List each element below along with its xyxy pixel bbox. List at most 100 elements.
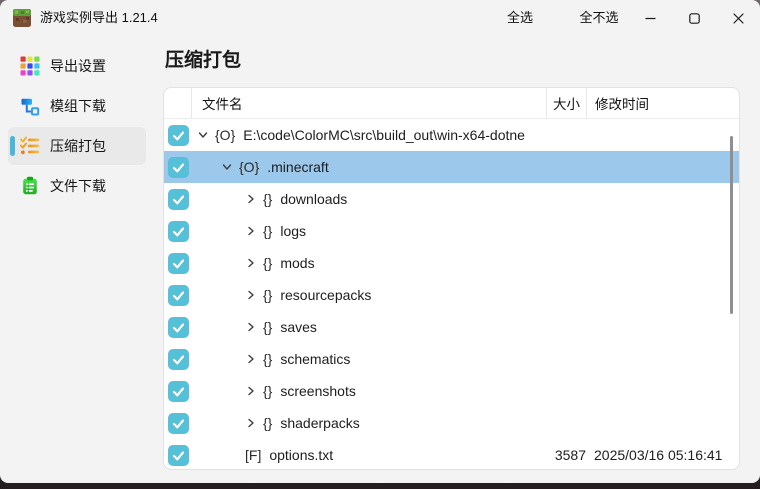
sidebar-item-export-settings[interactable]: 导出设置 [8,47,146,85]
name-cell: {} saves [191,319,544,335]
file-name: downloads [280,191,347,207]
file-name: schematics [280,351,350,367]
table-row[interactable]: {} shaderpacks [164,407,739,439]
folder-closed-glyph: {} [263,383,272,399]
checkbox-cell [164,413,191,434]
table-row[interactable]: {O} E:\code\ColorMC\src\build_out\win-x64… [164,119,739,151]
minimize-button[interactable] [628,0,672,36]
chevron-right-icon[interactable] [245,385,259,397]
table-row[interactable]: {} downloads [164,183,739,215]
folder-closed-glyph: {} [263,287,272,303]
table-row[interactable]: {} screenshots [164,375,739,407]
folder-open-glyph: {O} [239,159,259,175]
folder-closed-glyph: {} [263,191,272,207]
header-size[interactable]: 大小 [546,88,586,118]
vertical-scrollbar[interactable] [730,136,733,314]
chevron-right-icon[interactable] [245,417,259,429]
file-tree-card: 文件名 大小 修改时间 {O} E:\code\ColorMC\src\build… [163,87,740,470]
file-name: saves [280,319,317,335]
row-checkbox[interactable] [168,381,189,402]
table-row[interactable]: {}resourcepacks [164,279,739,311]
deselect-all-button[interactable]: 全不选 [562,0,636,36]
name-cell: {} logs [191,223,544,239]
row-checkbox[interactable] [168,189,189,210]
sidebar-item-compress-package[interactable]: 压缩打包 [8,127,146,165]
minimize-icon [645,13,656,24]
close-button[interactable] [716,0,760,36]
sidebar-item-mod-download[interactable]: 模组下载 [8,87,146,125]
checkbox-cell [164,253,191,274]
file-tree-rows: {O} E:\code\ColorMC\src\build_out\win-x64… [164,119,739,470]
name-cell: {} downloads [191,191,544,207]
header-file-name[interactable]: 文件名 [191,88,546,118]
sidebar-item-label: 导出设置 [50,56,106,76]
chevron-right-icon[interactable] [245,193,259,205]
row-checkbox[interactable] [168,285,189,306]
checkbox-cell [164,125,191,146]
chevron-down-icon[interactable] [197,129,211,141]
checkbox-cell [164,381,191,402]
header-checkbox-column [164,88,191,118]
select-all-button[interactable]: 全选 [488,0,552,36]
checkbox-cell [164,349,191,370]
maximize-button[interactable] [672,0,716,36]
row-checkbox[interactable] [168,125,189,146]
sidebar: 导出设置 模组下载 [0,0,152,483]
row-checkbox[interactable] [168,157,189,178]
folder-closed-glyph: {} [263,319,272,335]
row-checkbox[interactable] [168,349,189,370]
name-cell: {}resourcepacks [191,287,544,303]
close-icon [733,13,744,24]
name-cell: {} shaderpacks [191,415,544,431]
checkbox-cell [164,285,191,306]
folder-closed-glyph: {} [263,415,272,431]
file-name: screenshots [280,383,355,399]
checkbox-cell [164,317,191,338]
table-row[interactable]: {} logs [164,215,739,247]
page-title: 压缩打包 [165,45,241,72]
flowchart-icon [20,96,40,116]
file-glyph: [F] [245,447,261,463]
table-row[interactable]: {} saves [164,311,739,343]
chevron-right-icon[interactable] [245,257,259,269]
file-name: shaderpacks [280,415,359,431]
row-checkbox[interactable] [168,221,189,242]
file-name: logs [280,223,306,239]
table-row[interactable]: {}mods [164,247,739,279]
folder-open-glyph: {O} [215,127,235,143]
row-checkbox[interactable] [168,253,189,274]
export-window: 游戏实例导出 1.21.4 全选 全不选 导出设置 [0,0,760,483]
table-row[interactable]: {} schematics [164,343,739,375]
chevron-right-icon[interactable] [245,353,259,365]
file-modified: 2025/03/16 05:16:41 [586,447,739,463]
name-cell: {} schematics [191,351,544,367]
file-name: E:\code\ColorMC\src\build_out\win-x64-do… [243,127,525,143]
table-row[interactable]: {O}.minecraft [164,151,739,183]
sidebar-item-label: 文件下载 [50,176,106,196]
chevron-right-icon[interactable] [245,225,259,237]
row-checkbox[interactable] [168,317,189,338]
row-checkbox[interactable] [168,413,189,434]
header-modified[interactable]: 修改时间 [586,88,739,118]
sidebar-item-file-download[interactable]: 文件下载 [8,167,146,205]
chevron-right-icon[interactable] [245,289,259,301]
checklist-icon [20,136,40,156]
file-size: 3587 [544,447,586,463]
clipboard-icon [20,176,40,196]
name-cell: [F]options.txt [191,447,544,463]
checkbox-cell [164,445,191,466]
row-checkbox[interactable] [168,445,189,466]
checkbox-cell [164,157,191,178]
chevron-down-icon[interactable] [221,161,235,173]
name-cell: {O}.minecraft [191,159,544,175]
name-cell: {}mods [191,255,544,271]
folder-closed-glyph: {} [263,351,272,367]
folder-closed-glyph: {} [263,223,272,239]
name-cell: {O} E:\code\ColorMC\src\build_out\win-x64… [191,127,544,143]
chevron-right-icon[interactable] [245,321,259,333]
name-cell: {} screenshots [191,383,544,399]
maximize-icon [689,13,700,24]
table-row[interactable]: [F]options.txt35872025/03/16 05:16:41 [164,439,739,470]
color-grid-icon [20,56,40,76]
sidebar-item-label: 压缩打包 [50,136,106,156]
